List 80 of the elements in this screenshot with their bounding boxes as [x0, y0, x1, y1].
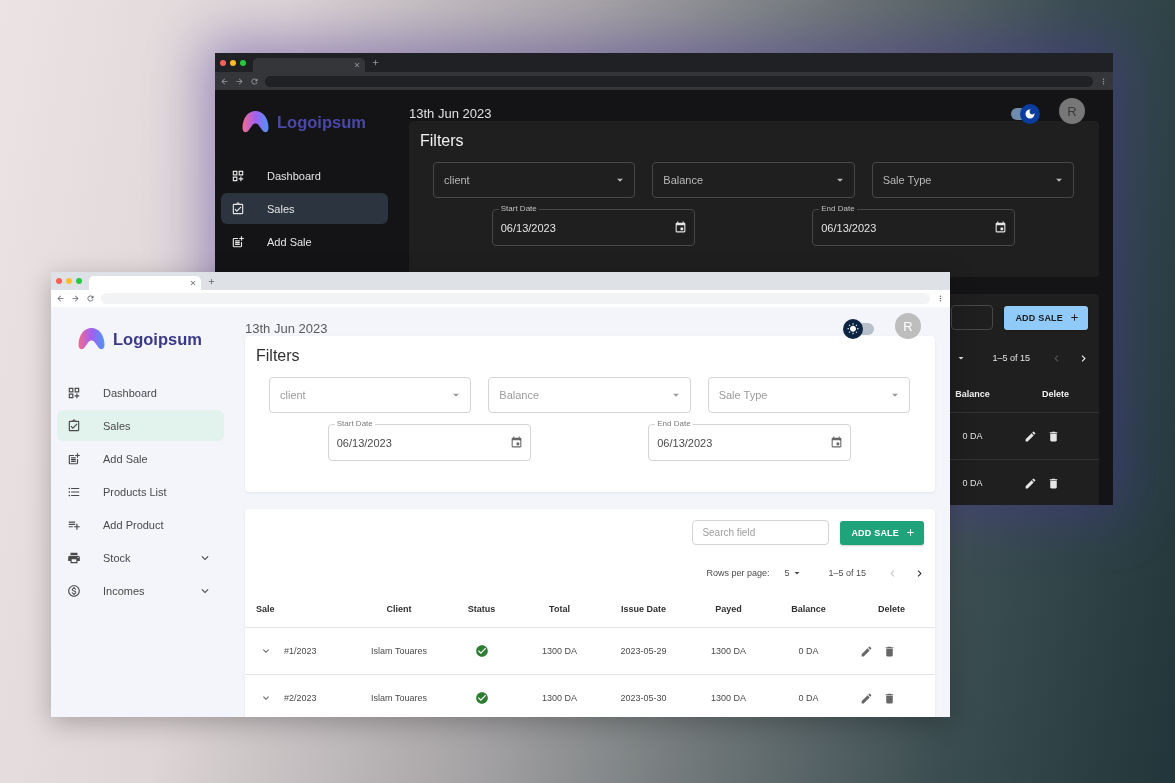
table-cell: 0 DA — [798, 646, 819, 656]
calendar-icon[interactable] — [830, 436, 844, 449]
page-range-label: 1–5 of 15 — [992, 353, 1030, 363]
column-header: Balance — [791, 603, 826, 614]
logo-icon — [242, 111, 269, 133]
window-maximize-icon[interactable] — [240, 59, 246, 66]
dropdown-field[interactable]: Sale Type — [871, 162, 1074, 198]
column-header: Payed — [715, 603, 742, 614]
table-cell: #2/2023 — [284, 693, 317, 703]
field-label: Start Date — [498, 204, 539, 214]
window-close-icon[interactable] — [220, 59, 226, 66]
window-minimize-icon[interactable] — [230, 59, 236, 66]
field-label: Start Date — [334, 419, 375, 429]
table-cell: 2023-05-29 — [620, 646, 667, 656]
table-cell: 1300 DA — [711, 693, 746, 703]
close-icon[interactable] — [189, 279, 197, 287]
rows-per-page-label: Rows per page: — [706, 568, 770, 578]
calendar-icon[interactable] — [509, 436, 523, 449]
field-label: End Date — [819, 204, 857, 214]
arrow-right-icon[interactable] — [235, 76, 244, 86]
logo-icon — [78, 328, 105, 350]
pencil-icon[interactable] — [1023, 476, 1037, 490]
refresh-icon[interactable] — [250, 76, 259, 86]
table-cell: #1/2023 — [284, 646, 317, 656]
grid-plus-icon — [67, 385, 81, 400]
date-label: 13th Jun 2023 — [409, 106, 492, 121]
table-cell: 1300 DA — [542, 693, 577, 703]
table-cell: 2023-05-30 — [620, 693, 667, 703]
table-cell: 1300 DA — [711, 646, 746, 656]
grid-plus-icon — [231, 168, 245, 183]
panel-title: Filters — [419, 131, 465, 151]
calendar-icon[interactable] — [673, 221, 687, 234]
logo-text: Logoipsum — [277, 112, 366, 132]
page-range-label: 1–5 of 15 — [828, 568, 866, 578]
field-label: End Date — [655, 419, 693, 429]
note-add-icon — [231, 234, 245, 249]
column-header: Sale — [256, 603, 275, 614]
sun-icon — [847, 323, 859, 335]
column-header: Delete — [1042, 388, 1069, 399]
clipboard-check-icon — [231, 201, 245, 216]
column-header: Status — [467, 603, 496, 614]
arrow-right-icon[interactable] — [71, 294, 80, 303]
moon-icon — [1024, 108, 1036, 120]
pencil-icon[interactable] — [859, 691, 873, 705]
refresh-icon[interactable] — [86, 294, 95, 303]
column-header: Issue Date — [621, 603, 666, 614]
column-header: Client — [386, 603, 412, 614]
table-cell: Islam Touares — [371, 693, 427, 703]
table-cell: 1300 DA — [542, 646, 577, 656]
plus-icon[interactable] — [371, 58, 380, 67]
panel-title: Filters — [255, 346, 301, 366]
clipboard-check-icon — [67, 418, 81, 433]
plus-icon — [1069, 312, 1080, 323]
dropdown-field[interactable]: client — [433, 162, 636, 198]
dollar-coin-icon — [67, 583, 81, 598]
date-label: 13th Jun 2023 — [245, 321, 328, 336]
table-cell: 0 DA — [798, 693, 819, 703]
arrow-left-icon[interactable] — [56, 294, 65, 303]
calendar-icon[interactable] — [994, 221, 1008, 234]
close-icon[interactable] — [353, 61, 361, 69]
table-cell: 0 DA — [962, 431, 983, 441]
plus-icon — [905, 527, 916, 538]
column-header: Delete — [878, 603, 905, 614]
rows-per-page-select[interactable]: 5 — [784, 567, 804, 579]
table-cell: Islam Touares — [371, 646, 427, 656]
table-cell: 0 DA — [962, 478, 983, 488]
dropdown-field[interactable]: Balance — [652, 162, 855, 198]
add-sale-button[interactable]: ADD SALE — [1004, 305, 1088, 330]
search-field[interactable] — [951, 305, 994, 330]
sidebar-item[interactable]: Sales — [57, 410, 224, 441]
column-header: Total — [549, 603, 570, 614]
column-header: Balance — [955, 388, 990, 399]
printer-icon — [67, 550, 81, 565]
logo-text: Logoipsum — [113, 329, 202, 349]
note-add-icon — [67, 451, 81, 466]
arrow-left-icon[interactable] — [220, 76, 229, 86]
plus-icon[interactable] — [207, 276, 216, 286]
sidebar-item[interactable]: Sales — [221, 193, 388, 224]
pencil-icon[interactable] — [859, 644, 873, 658]
pencil-icon[interactable] — [1023, 429, 1037, 443]
